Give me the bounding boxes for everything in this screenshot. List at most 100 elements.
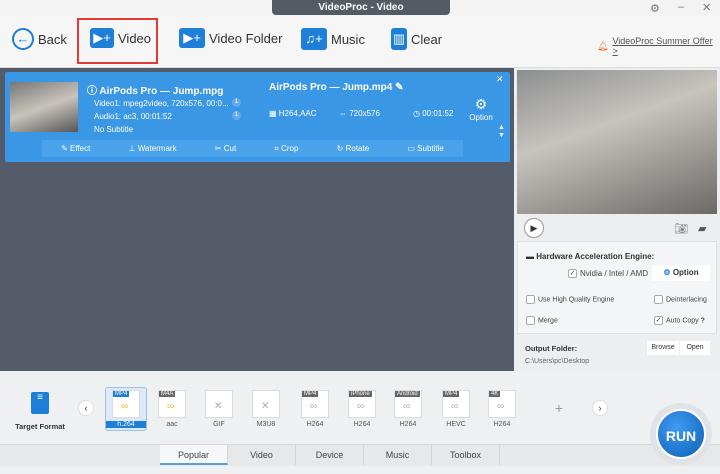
format-tag: MP4 [113, 391, 130, 397]
format-label: aac [166, 421, 178, 428]
codec-info: ▦ H264,AAC [269, 109, 317, 118]
tab-toolbox[interactable]: Toolbox [432, 445, 500, 465]
rotate-button[interactable]: ↻ Rotate [337, 144, 370, 153]
browse-button[interactable]: Browse [647, 341, 679, 355]
bell-icon: 🔔︎ [597, 40, 609, 51]
clear-button[interactable]: ▥ Clear [391, 28, 442, 50]
cut-button[interactable]: ✂ Cut [215, 144, 236, 153]
hw-option-button[interactable]: ⚙ Option [652, 265, 710, 281]
format-file-icon: iPhone ∞ [348, 390, 376, 418]
back-arrow-icon: ← [12, 28, 34, 50]
codec-option-button[interactable]: ⚙ Option [466, 96, 496, 122]
format-label: H264 [306, 421, 324, 428]
format-item[interactable]: M4A ∞ aac [152, 390, 192, 430]
format-item[interactable]: Android ∞ H264 [388, 390, 428, 430]
settings-box: ▬ Hardware Acceleration Engine: ✓ Nvidia … [517, 241, 717, 334]
output-folder-label: Output Folder: [525, 344, 578, 353]
video-folder-label: Video Folder [209, 30, 283, 46]
format-file-icon: MP4 ∞ [442, 390, 470, 418]
format-item[interactable]: MP4 ∞ h.264 [106, 390, 146, 430]
format-file-icon: ✕ [252, 390, 280, 418]
hw-accel-title: ▬ Hardware Acceleration Engine: [526, 252, 655, 261]
output-filename[interactable]: AirPods Pro — Jump.mp4 ✎ [269, 82, 404, 93]
target-format-button[interactable]: ≡ Target Format [10, 392, 70, 431]
add-music-button[interactable]: ♫+ Music [301, 28, 365, 50]
format-item[interactable]: iPhone ∞ H264 [342, 390, 382, 430]
format-item[interactable]: MP4 ∞ H264 [295, 390, 335, 430]
run-button[interactable]: RUN [656, 409, 706, 459]
offer-label: VideoProc Summer Offer > [612, 36, 713, 56]
close-button[interactable]: ✕ [702, 1, 711, 14]
subtitle-info[interactable]: No Subtitle [94, 125, 133, 134]
audio-track-info[interactable]: Audio1: ac3, 00:01:52 [94, 112, 172, 121]
crop-button[interactable]: ⌗ Crop [274, 144, 298, 154]
camera-icon[interactable]: 📷︎ [674, 222, 688, 235]
format-item[interactable]: 4K ∞ H264 [482, 390, 522, 430]
format-label: H264 [353, 421, 371, 428]
settings-gear-icon[interactable]: ⚙ [650, 2, 660, 15]
format-file-icon: MP4 ∞ [112, 390, 140, 418]
tab-video[interactable]: Video [228, 445, 296, 465]
music-label: Music [331, 31, 365, 47]
target-format-label: Target Format [15, 422, 65, 431]
tab-popular[interactable]: Popular [160, 445, 228, 465]
folder-icon[interactable]: ▰ [698, 222, 706, 235]
open-button[interactable]: Open [680, 341, 710, 355]
format-item[interactable]: MP4 ∞ HEVC [436, 390, 476, 430]
add-format-button[interactable]: + [550, 400, 568, 418]
edit-pencil-icon[interactable]: ✎ [395, 82, 403, 93]
format-tag: iPhone [349, 391, 372, 397]
play-button[interactable]: ▶ [524, 218, 544, 238]
merge-checkbox[interactable]: Merge [526, 316, 558, 325]
add-video-folder-button[interactable]: ▶+ Video Folder [179, 28, 282, 48]
format-item[interactable]: ✕ GIF [199, 390, 239, 430]
format-label: H264 [493, 421, 511, 428]
format-tag: 4K [489, 391, 501, 397]
codec-gear-icon: ⚙ [474, 96, 488, 112]
option-label: Option [469, 113, 493, 122]
remove-item-icon[interactable]: ✕ [496, 74, 504, 85]
format-label: HEVC [446, 421, 466, 428]
format-file-icon: MP4 ∞ [301, 390, 329, 418]
edit-actions-bar: ✎ Effect ⊥ Watermark ✂ Cut ⌗ Crop ↻ Rota… [42, 140, 463, 157]
format-label: GIF [213, 421, 225, 428]
scroll-right-button[interactable]: › [592, 400, 608, 416]
video-thumbnail[interactable] [10, 82, 78, 132]
summer-offer-link[interactable]: 🔔︎ VideoProc Summer Offer > [597, 36, 720, 56]
minimize-button[interactable]: – [678, 1, 684, 13]
tab-music[interactable]: Music [364, 445, 432, 465]
output-folder-path: C:\Users\pc\Desktop [525, 358, 590, 365]
format-label: H264 [399, 421, 417, 428]
deinterlacing-checkbox[interactable]: Deinterlacing [654, 295, 707, 304]
effect-button[interactable]: ✎ Effect [61, 144, 90, 153]
video-preview[interactable] [517, 70, 717, 214]
info-icon[interactable]: ⓘ [87, 86, 99, 97]
audio-track-badge[interactable]: 1 [232, 111, 241, 120]
subtitle-button[interactable]: ▭ Subtitle [407, 144, 443, 153]
window-title: VideoProc - Video [272, 0, 450, 15]
clear-label: Clear [411, 31, 443, 47]
nvidia-checkbox[interactable]: ✓ Nvidia / Intel / AMD [568, 269, 648, 279]
format-file-icon: Android ∞ [394, 390, 422, 418]
back-button[interactable]: ← Back [12, 28, 67, 50]
auto-copy-checkbox[interactable]: ✓ Auto Copy ? [654, 316, 705, 325]
format-label: h.264 [106, 421, 146, 428]
help-icon[interactable]: ? [701, 317, 705, 324]
video-item-card[interactable]: ⓘ AirPods Pro — Jump.mpg Video1: mpeg2vi… [5, 72, 510, 162]
scroll-left-button[interactable]: ‹ [78, 400, 94, 416]
watermark-button[interactable]: ⊥ Watermark [129, 144, 177, 153]
format-item[interactable]: ✕ M3U8 [246, 390, 286, 430]
format-tag: M4A [159, 391, 176, 397]
resolution-info: ⇔ 720x576 [339, 109, 380, 118]
folder-plus-icon: ▶+ [179, 28, 205, 48]
video-track-badge[interactable]: 1 [232, 98, 241, 107]
video-track-info[interactable]: Video1: mpeg2video, 720x576, 00:0... [94, 99, 229, 108]
format-tag: Android [395, 391, 420, 397]
high-quality-checkbox[interactable]: Use High Quality Engine [526, 295, 614, 304]
music-plus-icon: ♫+ [301, 28, 327, 50]
source-filename: ⓘ AirPods Pro — Jump.mpg [87, 86, 224, 97]
format-label: M3U8 [256, 421, 276, 428]
reorder-arrows-icon[interactable]: ▲ ▼ [498, 124, 505, 140]
tab-device[interactable]: Device [296, 445, 364, 465]
format-file-icon: ✕ [205, 390, 233, 418]
